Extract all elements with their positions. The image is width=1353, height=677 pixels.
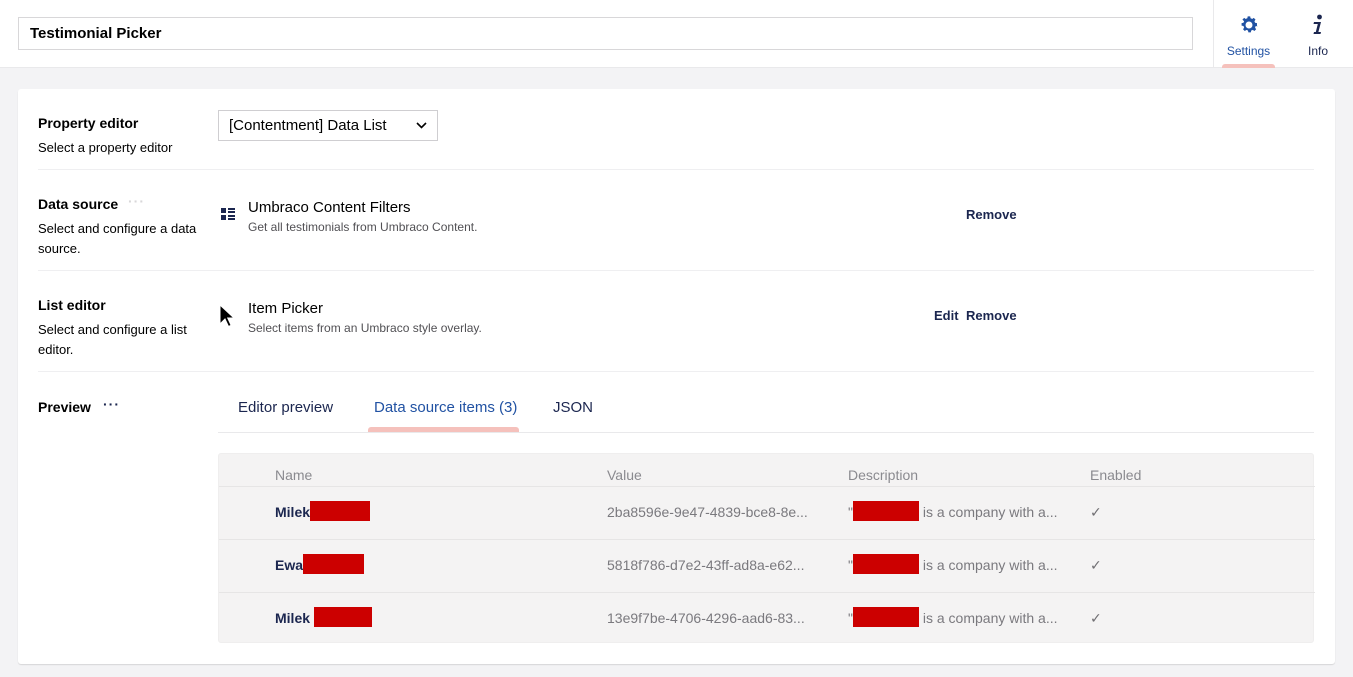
preview-label: Preview [38, 399, 91, 415]
chevron-down-icon [416, 122, 427, 129]
editor-header: Settings Info [0, 0, 1353, 68]
row-name: Milek [275, 501, 371, 522]
data-source-remove-button[interactable]: Remove [966, 207, 1017, 222]
property-editor-select[interactable]: [Contentment] Data List [218, 110, 438, 141]
data-source-item-title: Umbraco Content Filters [248, 199, 411, 216]
checkmark-icon: ✓ [1090, 610, 1102, 626]
settings-panel: Property editor Select a property editor… [18, 89, 1335, 664]
list-editor-item-description: Select items from an Umbraco style overl… [248, 321, 482, 335]
info-icon [1313, 14, 1322, 34]
table-row: Milek 2ba8596e-9e47-4839-bce8-8e... " is… [219, 486, 1315, 539]
list-editor-label: List editor [38, 297, 106, 313]
tab-data-source-items[interactable]: Data source items (3) [374, 399, 517, 416]
table-row: Milek 13e9f7be-4706-4296-aad6-83... " is… [219, 592, 1315, 645]
more-dots-icon[interactable]: ··· [103, 396, 120, 412]
tab-editor-preview[interactable]: Editor preview [238, 399, 333, 416]
row-description: " is a company with a... [848, 501, 1058, 522]
property-editor-selected-value: [Contentment] Data List [229, 117, 387, 134]
list-editor-description: Select and configure a list editor. [38, 322, 187, 357]
divider [38, 169, 1314, 170]
redaction-block [303, 554, 365, 575]
list-editor-edit-button[interactable]: Edit [934, 308, 959, 323]
preview-tabs: Editor preview Data source items (3) JSO… [218, 382, 1314, 433]
row-value: 2ba8596e-9e47-4839-bce8-8e... [607, 504, 808, 520]
data-source-items-table: Name Value Description Enabled Milek 2ba… [218, 453, 1315, 645]
row-name: Milek [275, 607, 372, 628]
list-editor-item-title: Item Picker [248, 300, 324, 317]
divider [38, 270, 1314, 271]
row-description: " is a company with a... [848, 554, 1058, 575]
data-source-label: Data source [38, 196, 119, 212]
row-value: 5818f786-d7e2-43ff-ad8a-e62... [607, 557, 805, 573]
tab-json[interactable]: JSON [553, 399, 593, 416]
settings-app-button[interactable]: Settings [1213, 0, 1283, 68]
property-editor-label: Property editor [38, 115, 139, 131]
row-name: Ewa [275, 554, 365, 575]
redaction-block [852, 501, 919, 522]
info-app-button[interactable]: Info [1283, 0, 1353, 68]
redaction-block [313, 607, 372, 628]
more-dots-icon[interactable]: ··· [128, 193, 145, 209]
data-source-description: Select and configure a data source. [38, 221, 197, 256]
checkmark-icon: ✓ [1090, 557, 1102, 573]
row-value: 13e9f7be-4706-4296-aad6-83... [607, 610, 805, 626]
redaction-block [310, 501, 371, 522]
active-tab-indicator [368, 427, 519, 432]
property-editor-description: Select a property editor [38, 140, 173, 155]
settings-label: Settings [1226, 44, 1271, 58]
table-row: Ewa 5818f786-d7e2-43ff-ad8a-e62... " is … [219, 539, 1315, 592]
divider [38, 371, 1314, 372]
data-source-item-description: Get all testimonials from Umbraco Conten… [248, 220, 478, 234]
column-header-value: Value [607, 467, 642, 483]
checkmark-icon: ✓ [1090, 504, 1102, 520]
row-description: " is a company with a... [848, 607, 1058, 628]
datatype-name-input[interactable] [18, 17, 1193, 50]
mouse-cursor-icon [219, 304, 235, 328]
info-label: Info [1307, 44, 1328, 58]
column-header-enabled: Enabled [1090, 467, 1142, 483]
redaction-block [852, 554, 919, 575]
gear-icon [1241, 16, 1258, 33]
settings-active-indicator [1222, 64, 1275, 68]
grid-list-icon [221, 208, 235, 220]
redaction-block [852, 607, 919, 628]
column-header-description: Description [848, 467, 919, 483]
list-editor-remove-button[interactable]: Remove [966, 308, 1017, 323]
column-header-name: Name [275, 467, 313, 483]
